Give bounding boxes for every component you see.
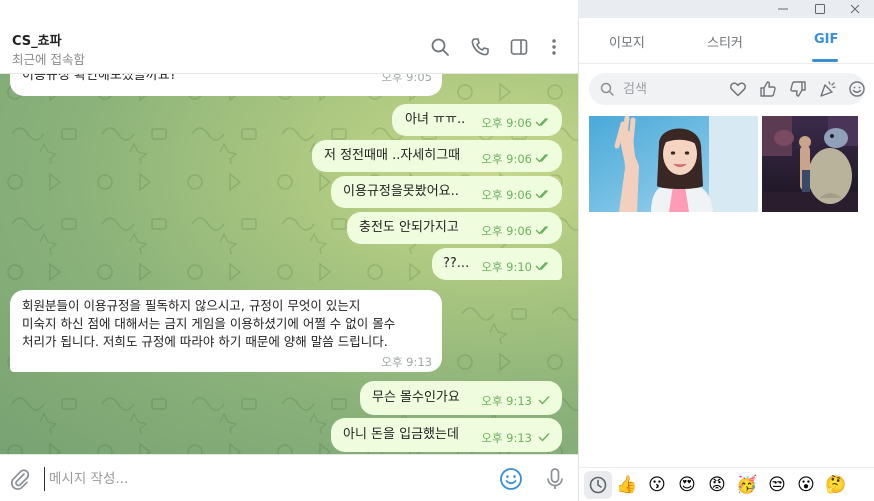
chat-status: 최근에 접속함 <box>12 52 85 67</box>
chat-header: CS_쵸파 최근에 접속함 <box>0 18 578 74</box>
emoji-button[interactable] <box>498 466 524 492</box>
search-button[interactable] <box>429 36 451 58</box>
gif-image-portrait <box>589 116 758 212</box>
message-bubble-outgoing[interactable]: 아녀 ㅠㅠ.. 오후 9:06 <box>392 104 562 136</box>
message-bubble-outgoing[interactable]: 충전도 안되가지고 오후 9:06 <box>347 212 562 244</box>
close-window-button[interactable] <box>840 0 870 18</box>
paperclip-icon <box>10 469 30 490</box>
thumbs-up-icon <box>760 81 776 97</box>
search-icon <box>431 38 449 56</box>
panel-tabs: 이모지 스티커 GIF <box>579 18 874 64</box>
message-time: 오후 9:06 <box>481 188 532 202</box>
read-checkmarks-icon <box>535 226 549 235</box>
message-text: 무슨 몰수인가요 <box>372 390 460 405</box>
read-checkmarks-icon <box>535 190 549 199</box>
message-bubble-outgoing[interactable]: 아니 돈을 입금했는데 오후 9:13 <box>331 418 562 452</box>
message-input[interactable] <box>44 467 464 491</box>
close-icon <box>850 4 860 14</box>
tab-gif[interactable]: GIF <box>814 32 838 47</box>
message-line: 처리가 됩니다. 저희도 규정에 따라야 하기 때문에 양해 말씀 드립니다. <box>22 334 388 349</box>
message-time: 오후 9:13 <box>381 355 432 369</box>
message-text: 저 정전때매 ..자세히그때 <box>324 148 461 163</box>
category-like[interactable] <box>757 78 779 100</box>
emoji-sticker-gif-panel: 이모지 스티커 GIF 검색 👍 😗 😍 😡 🥳 😒 😮 🤔 <box>578 18 874 501</box>
read-checkmarks-icon <box>535 154 549 163</box>
minimize-icon <box>778 8 788 10</box>
message-bubble-outgoing[interactable]: 무슨 몰수인가요 오후 9:13 <box>360 381 562 415</box>
emoji-heart-eyes[interactable]: 😍 <box>676 474 698 496</box>
more-menu-button[interactable] <box>543 36 565 58</box>
message-bubble-incoming[interactable]: 회원분들이 이용규정을 필독하지 않으시고, 규정이 무엇이 있는지 미숙지 하… <box>10 290 442 372</box>
emoji-partying-face[interactable]: 🥳 <box>736 474 758 496</box>
chat-title[interactable]: CS_쵸파 <box>12 30 62 49</box>
emoji-thinking-face[interactable]: 🤔 <box>825 474 847 496</box>
message-text: 아녀 ㅠㅠ.. <box>405 112 466 127</box>
smiley-icon <box>849 81 865 97</box>
emoji-quick-bar: 👍 😗 😍 😡 🥳 😒 😮 🤔 <box>579 467 874 501</box>
message-line: 회원분들이 이용규정을 필독하지 않으시고, 규정이 무엇이 있는지 <box>22 298 361 313</box>
message-bubble-outgoing[interactable]: 저 정전때매 ..자세히그때 오후 9:06 <box>312 140 562 172</box>
emoji-unamused-face[interactable]: 😒 <box>766 474 788 496</box>
active-tab-indicator <box>812 59 838 62</box>
more-vertical-icon <box>552 39 556 55</box>
gif-search-input[interactable] <box>623 79 723 99</box>
recent-emoji-button[interactable] <box>584 471 612 499</box>
message-time: 오후 9:13 <box>481 431 532 445</box>
clock-icon <box>589 476 607 494</box>
message-line: 미숙지 하신 점에 대해서는 금지 게임을 이용하셨기에 어쩔 수 없이 몰수 <box>22 316 396 331</box>
message-text: 이용규정을못봤어요.. <box>343 184 459 199</box>
voice-record-button[interactable] <box>542 466 568 492</box>
gif-image-monster <box>762 116 858 212</box>
message-text: 충전도 안되가지고 <box>359 220 459 235</box>
message-time: 오후 9:10 <box>481 260 532 274</box>
message-time: 오후 9:13 <box>481 394 532 408</box>
tab-stickers[interactable]: 스티커 <box>707 32 743 51</box>
gif-thumbnail[interactable] <box>762 116 858 212</box>
maximize-button[interactable] <box>805 0 835 18</box>
message-composer <box>0 454 578 501</box>
message-text: 이용규정 확인해보셨을까요? <box>22 74 177 83</box>
search-icon <box>600 82 614 96</box>
emoji-open-mouth[interactable]: 😮 <box>795 474 817 496</box>
minimize-button[interactable] <box>768 0 798 18</box>
heart-icon <box>730 82 746 97</box>
category-smile[interactable] <box>846 78 868 100</box>
tab-emoji[interactable]: 이모지 <box>609 32 645 51</box>
emoji-thumbs-up[interactable]: 👍 <box>616 474 638 496</box>
window-titlebar <box>0 0 874 18</box>
message-text: 아니 돈을 입금했는데 <box>343 427 459 442</box>
message-text: ??... <box>443 256 470 271</box>
gif-thumbnail[interactable] <box>589 116 758 212</box>
party-popper-icon <box>820 81 836 97</box>
call-button[interactable] <box>469 36 491 58</box>
category-favorites[interactable] <box>727 78 749 100</box>
attach-button[interactable] <box>8 467 32 491</box>
message-time: 오후 9:06 <box>481 152 532 166</box>
maximize-icon <box>815 4 825 14</box>
message-text: 회원분들이 이용규정을 필독하지 않으시고, 규정이 무엇이 있는지 미숙지 하… <box>22 297 442 351</box>
sidebar-toggle-button[interactable] <box>508 36 530 58</box>
sent-checkmark-icon <box>538 433 550 442</box>
sent-checkmark-icon <box>538 396 550 405</box>
category-dislike[interactable] <box>787 78 809 100</box>
message-time: 오후 9:05 <box>381 74 432 84</box>
sidebar-icon <box>510 39 528 55</box>
microphone-icon <box>547 468 563 489</box>
phone-icon <box>471 38 489 56</box>
message-bubble-incoming[interactable]: 이용규정 확인해보셨을까요? 오후 9:05 <box>10 74 442 96</box>
smiley-icon <box>500 468 522 490</box>
read-checkmarks-icon <box>535 262 549 271</box>
category-party[interactable] <box>817 78 839 100</box>
thumbs-down-icon <box>790 81 806 97</box>
emoji-kissing-face[interactable]: 😗 <box>646 474 668 496</box>
message-time: 오후 9:06 <box>481 116 532 130</box>
emoji-angry-face[interactable]: 😡 <box>706 474 728 496</box>
message-time: 오후 9:06 <box>481 224 532 238</box>
read-checkmarks-icon <box>535 118 549 127</box>
message-list[interactable]: 이용규정 확인해보셨을까요? 오후 9:05 아녀 ㅠㅠ.. 오후 9:06 저… <box>0 74 578 454</box>
message-bubble-outgoing[interactable]: 이용규정을못봤어요.. 오후 9:06 <box>331 176 562 208</box>
message-bubble-outgoing[interactable]: ??... 오후 9:10 <box>432 248 562 280</box>
